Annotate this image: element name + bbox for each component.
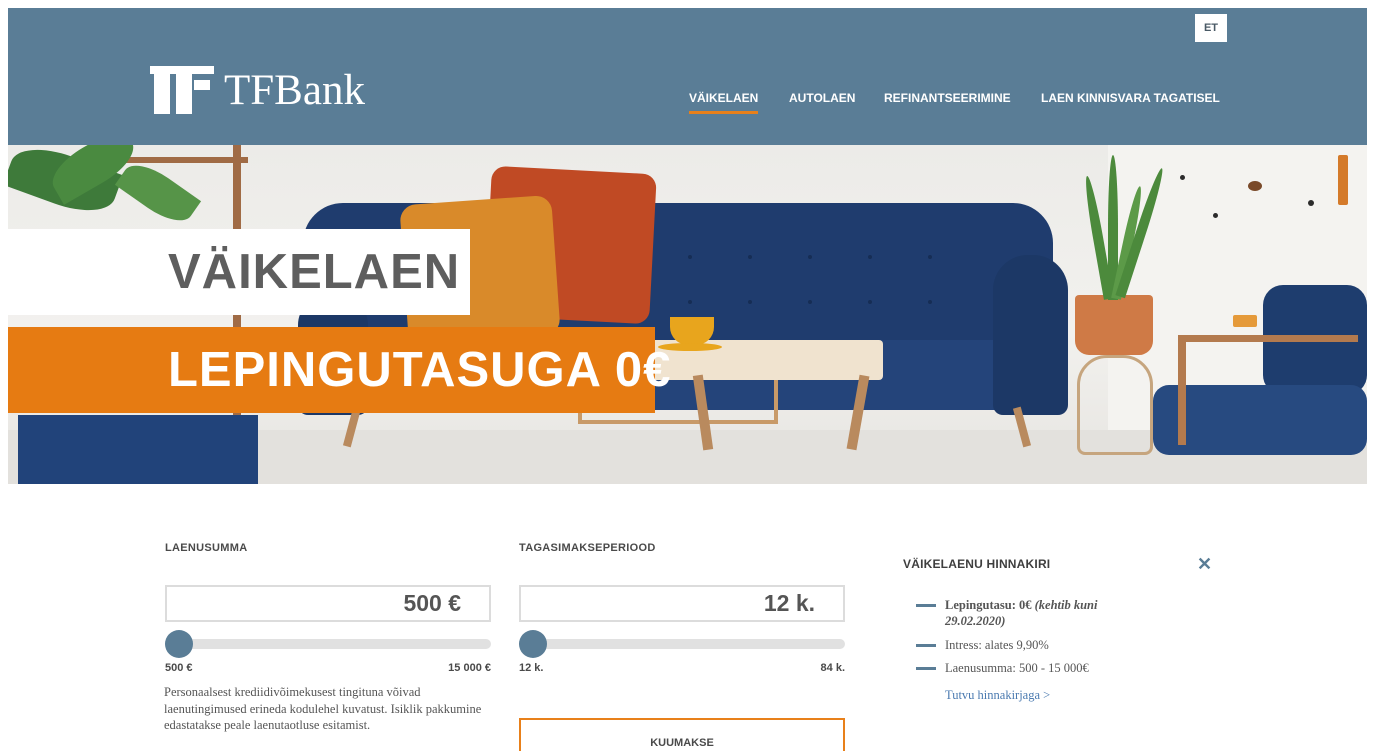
logo-mark-icon	[150, 66, 214, 114]
nav-item-laen-kinnisvara-tagatisel[interactable]: LAEN KINNISVARA TAGATISEL	[1041, 91, 1220, 105]
plant-pot	[1075, 295, 1153, 355]
period-input[interactable]: 12 k.	[519, 585, 845, 622]
nav-item-autolaen[interactable]: AUTOLAEN	[789, 91, 855, 105]
period-min-label: 12 k.	[519, 662, 544, 674]
period-slider-handle[interactable]	[519, 630, 547, 658]
page: ET TFBank VÄIKELAEN AUTOLAEN REFINANTSEE…	[8, 8, 1367, 751]
price-list-link[interactable]: Tutvu hinnakirjaga >	[945, 688, 1050, 703]
list-dash-icon	[916, 667, 936, 670]
hero-subheadline: LEPINGUTASUGA 0€	[8, 327, 670, 413]
period-slider-track[interactable]	[519, 639, 845, 649]
nav-item-refinantseerimine[interactable]: REFINANTSEERIMINE	[884, 91, 1011, 105]
period-max-label: 84 k.	[820, 662, 845, 674]
nav-item-label: REFINANTSEERIMINE	[884, 91, 1011, 105]
site-header: ET TFBank VÄIKELAEN AUTOLAEN REFINANTSEE…	[8, 8, 1367, 145]
tfbank-logo[interactable]: TFBank	[150, 64, 365, 116]
monthly-payment-button[interactable]: KUUMAKSE	[519, 718, 845, 751]
period-label: TAGASIMAKSEPERIOOD	[519, 542, 656, 554]
price-item-fee-label: Lepingutasu: 0€	[945, 598, 1032, 612]
price-list-title: VÄIKELAENU HINNAKIRI	[903, 557, 1051, 571]
disclaimer-note: Personaalsest krediidivõimekusest tingit…	[164, 685, 482, 732]
amount-label: LAENUSUMMA	[165, 542, 248, 554]
language-switch[interactable]: ET	[1195, 14, 1227, 42]
active-nav-underline	[689, 111, 759, 114]
amount-slider-handle[interactable]	[165, 630, 193, 658]
nav-item-vaikelaen[interactable]: VÄIKELAEN	[689, 91, 759, 114]
list-dash-icon	[916, 604, 936, 607]
nav-item-label: VÄIKELAEN	[689, 91, 759, 105]
close-icon[interactable]: ✕	[1197, 554, 1212, 575]
amount-max-label: 15 000 €	[448, 662, 491, 674]
price-item-amount: Laenusumma: 500 - 15 000€	[945, 661, 1089, 675]
hero-headline: VÄIKELAEN	[8, 229, 470, 315]
price-item-fee: Lepingutasu: 0€ (kehtib kuni 29.02.2020)	[945, 597, 1160, 629]
amount-slider-track[interactable]	[165, 639, 491, 649]
left-chair	[18, 415, 258, 484]
plant-stand	[1077, 355, 1153, 455]
logo-text: TFBank	[224, 66, 365, 114]
price-item-interest: Intress: alates 9,90%	[945, 638, 1049, 652]
nav-item-label: AUTOLAEN	[789, 91, 856, 105]
amount-input[interactable]: 500 €	[165, 585, 491, 622]
coffee-cup	[670, 317, 714, 345]
hero-banner: VÄIKELAEN LEPINGUTASUGA 0€	[8, 145, 1367, 484]
list-dash-icon	[916, 644, 936, 647]
nav-item-label: LAEN KINNISVARA TAGATISEL	[1041, 91, 1220, 105]
amount-min-label: 500 €	[165, 662, 193, 674]
